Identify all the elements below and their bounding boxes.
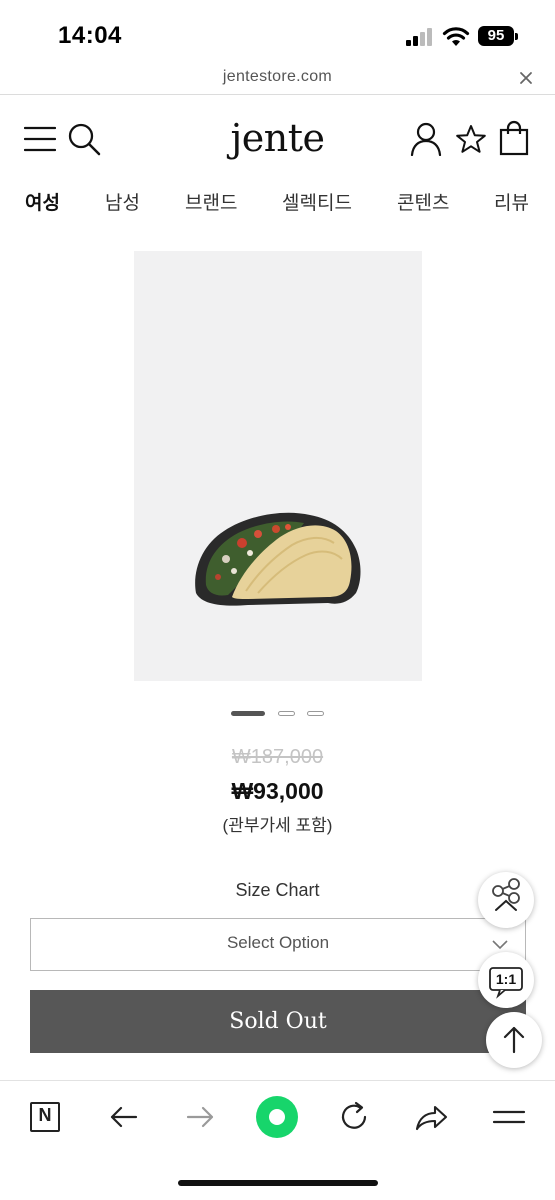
original-price: ₩187,000 bbox=[231, 746, 324, 768]
category-item-review[interactable]: 리뷰 bbox=[494, 188, 529, 215]
image-pager bbox=[0, 707, 555, 721]
close-icon[interactable] bbox=[516, 68, 536, 88]
shopping-bag-icon[interactable] bbox=[498, 120, 530, 156]
battery-icon: 95 bbox=[478, 26, 514, 46]
url-bar[interactable]: jentestore.com bbox=[0, 62, 555, 95]
share-arrow-icon[interactable] bbox=[413, 1099, 449, 1135]
category-item-women[interactable]: 여성 bbox=[25, 188, 60, 215]
green-home-icon[interactable] bbox=[256, 1096, 298, 1138]
sale-price: ₩93,000 bbox=[231, 778, 324, 804]
category-item-contents[interactable]: 콘텐츠 bbox=[397, 188, 449, 215]
site-header: jente bbox=[0, 96, 555, 182]
share-button[interactable] bbox=[478, 872, 534, 928]
arrow-up-icon bbox=[503, 1026, 525, 1054]
home-indicator bbox=[178, 1180, 378, 1186]
reload-icon[interactable] bbox=[336, 1099, 372, 1135]
option-select[interactable]: Select Option bbox=[30, 918, 526, 971]
taco-image bbox=[195, 512, 361, 606]
chevron-down-icon bbox=[492, 940, 508, 950]
forward-arrow-icon[interactable] bbox=[182, 1099, 218, 1135]
scroll-top-button[interactable] bbox=[486, 1012, 542, 1068]
pager-dot-3[interactable] bbox=[307, 711, 324, 716]
tax-note: (관부가세 포함) bbox=[222, 816, 333, 835]
sold-out-button[interactable]: Sold Out bbox=[30, 990, 526, 1053]
category-item-brand[interactable]: 브랜드 bbox=[185, 188, 237, 215]
chat-button[interactable]: 1:1 bbox=[478, 952, 534, 1008]
hamburger-menu-icon[interactable] bbox=[491, 1099, 527, 1135]
status-time: 14:04 bbox=[58, 22, 122, 49]
size-chart-link[interactable]: Size Chart bbox=[0, 880, 555, 901]
signal-icon bbox=[406, 28, 432, 46]
product-image[interactable] bbox=[134, 251, 422, 681]
back-arrow-icon[interactable] bbox=[106, 1099, 142, 1135]
category-item-selected[interactable]: 셀렉티드 bbox=[282, 188, 352, 215]
star-icon[interactable] bbox=[455, 124, 487, 154]
battery-tip bbox=[515, 33, 518, 40]
pager-dot-2[interactable] bbox=[278, 711, 295, 716]
chat-label: 1:1 bbox=[495, 971, 517, 987]
naver-n-icon[interactable]: N bbox=[28, 1099, 64, 1135]
category-nav: 여성 남성 브랜드 셀렉티드 콘텐츠 리뷰 bbox=[0, 182, 555, 222]
share-icon bbox=[492, 878, 520, 911]
wifi-icon bbox=[442, 27, 470, 46]
status-bar: 14:04 95 bbox=[0, 0, 555, 62]
url-domain[interactable]: jentestore.com bbox=[0, 68, 555, 86]
user-icon[interactable] bbox=[410, 122, 442, 156]
naver-n-label: N bbox=[38, 1105, 52, 1125]
category-item-men[interactable]: 남성 bbox=[105, 188, 140, 215]
pager-dot-1[interactable] bbox=[231, 711, 265, 716]
option-select-placeholder: Select Option bbox=[226, 933, 330, 952]
